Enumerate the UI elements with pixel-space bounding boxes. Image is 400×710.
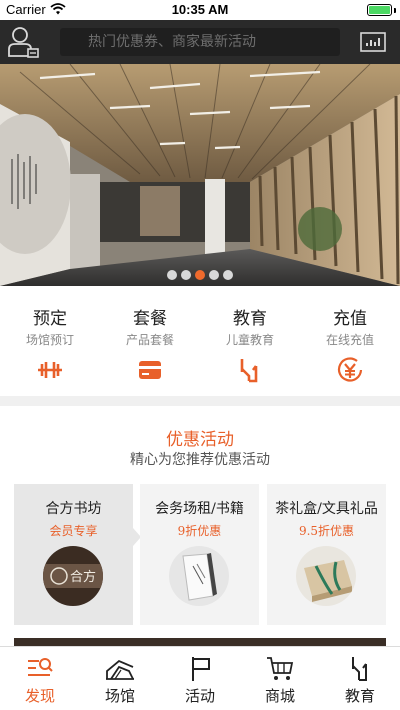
bookstore-sign-text: 合方 xyxy=(70,569,96,585)
tab-label: 活动 xyxy=(184,687,215,705)
cart-icon xyxy=(267,657,294,680)
quick-nav-package[interactable]: 套餐 产品套餐 xyxy=(100,286,200,396)
banner-carousel[interactable] xyxy=(0,64,400,286)
carousel-dot[interactable] xyxy=(223,270,233,280)
quick-nav-booking[interactable]: 预定 场馆预订 xyxy=(0,286,100,396)
promo-card-badge: 9.5折优惠 xyxy=(298,524,355,538)
carousel-dots[interactable] xyxy=(0,270,400,280)
tab-activity[interactable]: 活动 xyxy=(160,647,240,710)
promo-subtitle: 精心为您推荐优惠活动 xyxy=(130,452,270,468)
education-icon xyxy=(240,359,258,383)
tab-label: 发现 xyxy=(24,687,55,705)
discover-icon xyxy=(28,658,53,676)
tab-label: 场馆 xyxy=(104,687,135,705)
battery-nub xyxy=(394,8,396,13)
carousel-dot-active[interactable] xyxy=(195,270,205,280)
promo-card-title: 会务场租/书籍 xyxy=(155,501,244,517)
carousel-dot[interactable] xyxy=(181,270,191,280)
promo-card-venue[interactable]: 会务场租/书籍 9折优惠 xyxy=(140,484,259,625)
dumbbell-icon xyxy=(38,362,62,378)
gift-box-image xyxy=(296,546,356,606)
bookstore-sign-image: 合方 xyxy=(43,546,103,606)
chart-icon[interactable] xyxy=(360,31,386,53)
status-time: 10:35 AM xyxy=(171,2,229,17)
venue-icon xyxy=(106,659,134,680)
quick-nav-subtitle: 产品套餐 xyxy=(125,333,174,347)
quick-nav-title: 充值 xyxy=(333,309,367,329)
tab-label: 商城 xyxy=(264,687,295,705)
bottom-tab-bar: 发现 场馆 活动 商城 教育 xyxy=(0,646,400,710)
promo-card-title: 茶礼盒/文具礼品 xyxy=(275,501,378,517)
carousel-dot[interactable] xyxy=(167,270,177,280)
quick-nav-subtitle: 儿童教育 xyxy=(225,333,274,347)
carousel-dot[interactable] xyxy=(209,270,219,280)
tab-venue[interactable]: 场馆 xyxy=(80,647,160,710)
book-image xyxy=(169,546,229,606)
yuan-icon xyxy=(337,357,363,382)
flag-icon xyxy=(192,657,210,681)
banner-image xyxy=(0,64,400,286)
next-section-preview xyxy=(14,638,386,646)
user-profile-icon[interactable] xyxy=(6,25,40,59)
tab-education[interactable]: 教育 xyxy=(320,647,400,710)
education-icon xyxy=(352,657,367,681)
quick-nav-title: 套餐 xyxy=(133,309,167,329)
promo-card-gift[interactable]: 茶礼盒/文具礼品 9.5折优惠 xyxy=(267,484,386,625)
promo-card-badge: 9折优惠 xyxy=(177,524,222,538)
tab-mall[interactable]: 商城 xyxy=(240,647,320,710)
quick-nav-title: 教育 xyxy=(233,309,267,329)
promo-title: 优惠活动 xyxy=(166,430,234,450)
tab-label: 教育 xyxy=(344,687,375,705)
search-input[interactable]: 热门优惠券、商家最新活动 xyxy=(60,28,340,56)
section-divider xyxy=(0,396,400,406)
quick-nav-subtitle: 在线充值 xyxy=(325,333,374,347)
quick-nav-education[interactable]: 教育 儿童教育 xyxy=(200,286,300,396)
card-icon xyxy=(139,361,161,379)
tab-discover[interactable]: 发现 xyxy=(0,647,80,710)
quick-nav-title: 预定 xyxy=(33,309,67,329)
promo-card-badge: 会员专享 xyxy=(49,524,98,538)
status-bar: Carrier 10:35 AM xyxy=(0,0,400,20)
promo-card-title: 合方书坊 xyxy=(45,501,102,517)
quick-nav: 预定 场馆预订 套餐 产品套餐 教育 儿童教育 充值 在线充值 xyxy=(0,286,400,396)
top-header: 热门优惠券、商家最新活动 xyxy=(0,20,400,64)
quick-nav-recharge[interactable]: 充值 在线充值 xyxy=(300,286,400,396)
promo-card-bookstore[interactable]: 合方书坊 会员专享 合方 xyxy=(14,484,133,625)
battery-icon xyxy=(367,4,392,16)
quick-nav-subtitle: 场馆预订 xyxy=(25,333,74,347)
